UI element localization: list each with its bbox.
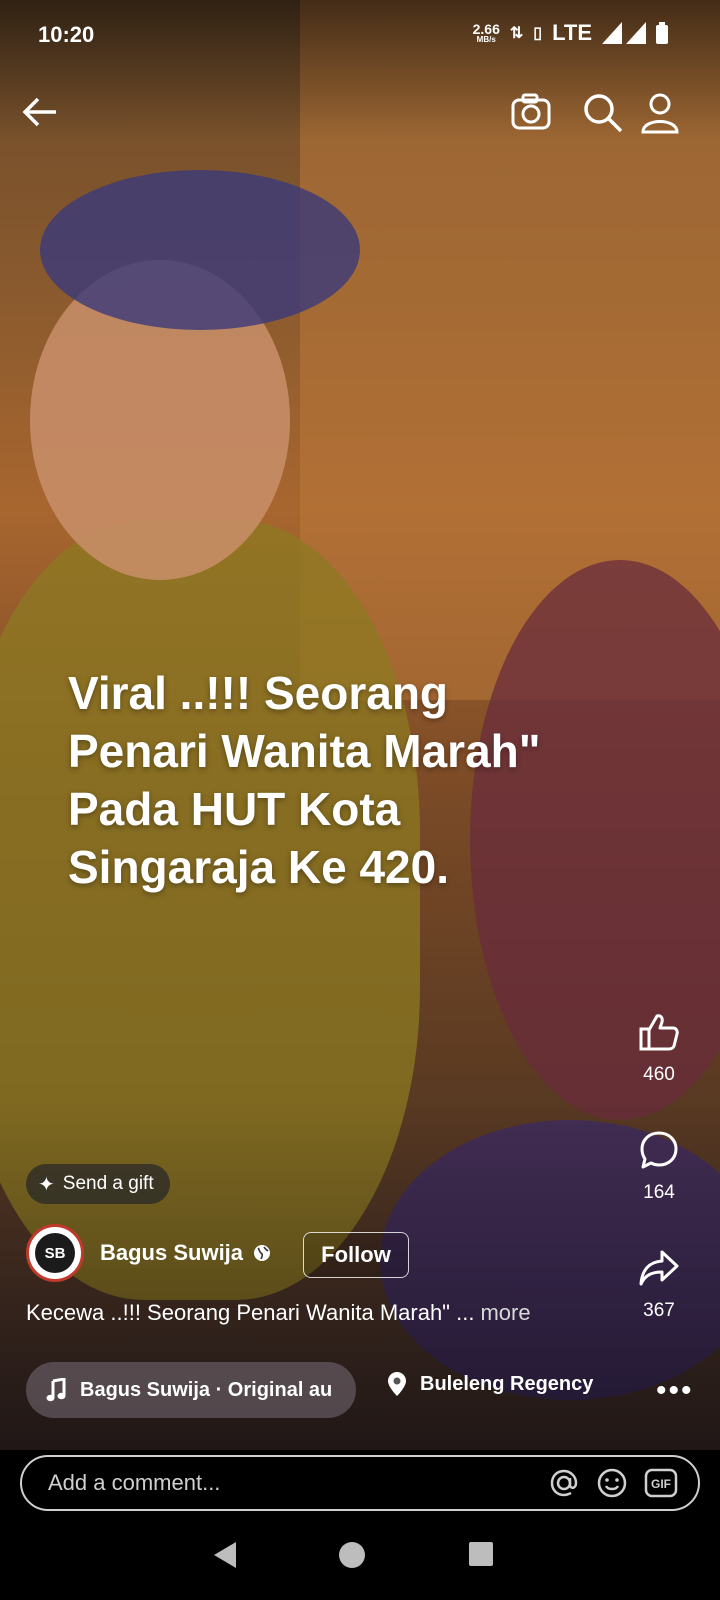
data-arrows-icon: ⇅ — [509, 25, 524, 42]
comment-input[interactable]: Add a comment... GIF — [20, 1455, 700, 1511]
emoji-icon[interactable] — [596, 1467, 628, 1499]
caption-text: Kecewa ..!!! Seorang Penari Wanita Marah… — [26, 1300, 475, 1325]
net-speed-unit: MB/s — [476, 35, 496, 44]
camera-icon[interactable] — [510, 92, 552, 132]
gift-sparkle-icon: ✦ — [38, 1173, 55, 1196]
share-button[interactable]: 367 — [624, 1248, 694, 1322]
follow-button[interactable]: Follow — [303, 1232, 409, 1278]
comment-placeholder: Add a comment... — [48, 1470, 221, 1495]
comment-button[interactable]: 164 — [624, 1130, 694, 1204]
nav-home-icon[interactable] — [338, 1541, 366, 1569]
audio-track-label: Bagus Suwija · Original au — [80, 1378, 333, 1401]
audio-track-pill[interactable]: Bagus Suwija · Original au — [26, 1362, 356, 1418]
nav-recents-icon[interactable] — [468, 1541, 494, 1567]
like-button[interactable]: 460 — [624, 1012, 694, 1086]
battery-icon — [656, 22, 668, 44]
search-icon[interactable] — [582, 92, 624, 134]
share-arrow-icon — [639, 1250, 679, 1286]
signal-icon — [602, 22, 646, 44]
nav-back-icon[interactable] — [212, 1540, 238, 1570]
thumbs-up-icon — [639, 1014, 679, 1051]
author-row[interactable]: SB Bagus Suwija — [26, 1224, 271, 1282]
location-tag[interactable]: Buleleng Regency — [388, 1372, 593, 1396]
net-speed-value: 2.66 — [472, 21, 500, 37]
status-indicators: 2.66 MB/s ⇅ ▯ LTE — [473, 20, 668, 46]
music-note-icon — [46, 1378, 66, 1402]
share-count: 367 — [643, 1300, 675, 1321]
network-type: LTE — [552, 20, 592, 45]
comment-bar: Add a comment... GIF — [0, 1450, 720, 1526]
like-count: 460 — [643, 1064, 675, 1085]
system-nav-bar — [0, 1526, 720, 1600]
status-bar: 10:20 2.66 MB/s ⇅ ▯ LTE — [0, 0, 720, 70]
location-pin-icon — [388, 1372, 406, 1396]
caption-more-link[interactable]: more — [480, 1300, 530, 1325]
globe-icon — [254, 1245, 271, 1261]
author-name[interactable]: Bagus Suwija — [100, 1240, 243, 1266]
mention-icon[interactable] — [548, 1467, 580, 1499]
video-bg-headdress — [40, 170, 360, 330]
avatar-logo: SB — [35, 1233, 75, 1273]
location-label: Buleleng Regency — [420, 1372, 594, 1395]
video-caption[interactable]: Kecewa ..!!! Seorang Penari Wanita Marah… — [26, 1300, 531, 1326]
net-speed: 2.66 MB/s — [473, 22, 500, 44]
gif-icon[interactable]: GIF — [644, 1467, 678, 1499]
back-arrow-icon[interactable] — [20, 92, 60, 132]
video-overlay-text: Viral ..!!! Seorang Penari Wanita Marah"… — [68, 667, 541, 893]
comment-bubble-icon — [640, 1131, 678, 1169]
svg-text:GIF: GIF — [651, 1477, 671, 1491]
avatar[interactable]: SB — [26, 1224, 84, 1282]
send-gift-button[interactable]: ✦ Send a gift — [26, 1164, 170, 1204]
more-options-icon[interactable]: ••• — [656, 1374, 694, 1408]
comment-count: 164 — [643, 1182, 675, 1203]
profile-icon[interactable] — [640, 92, 680, 134]
comment-icons: GIF — [548, 1457, 678, 1509]
send-gift-label: Send a gift — [62, 1173, 154, 1194]
status-time: 10:20 — [38, 22, 95, 47]
vibrate-icon: ▯ — [533, 25, 543, 42]
